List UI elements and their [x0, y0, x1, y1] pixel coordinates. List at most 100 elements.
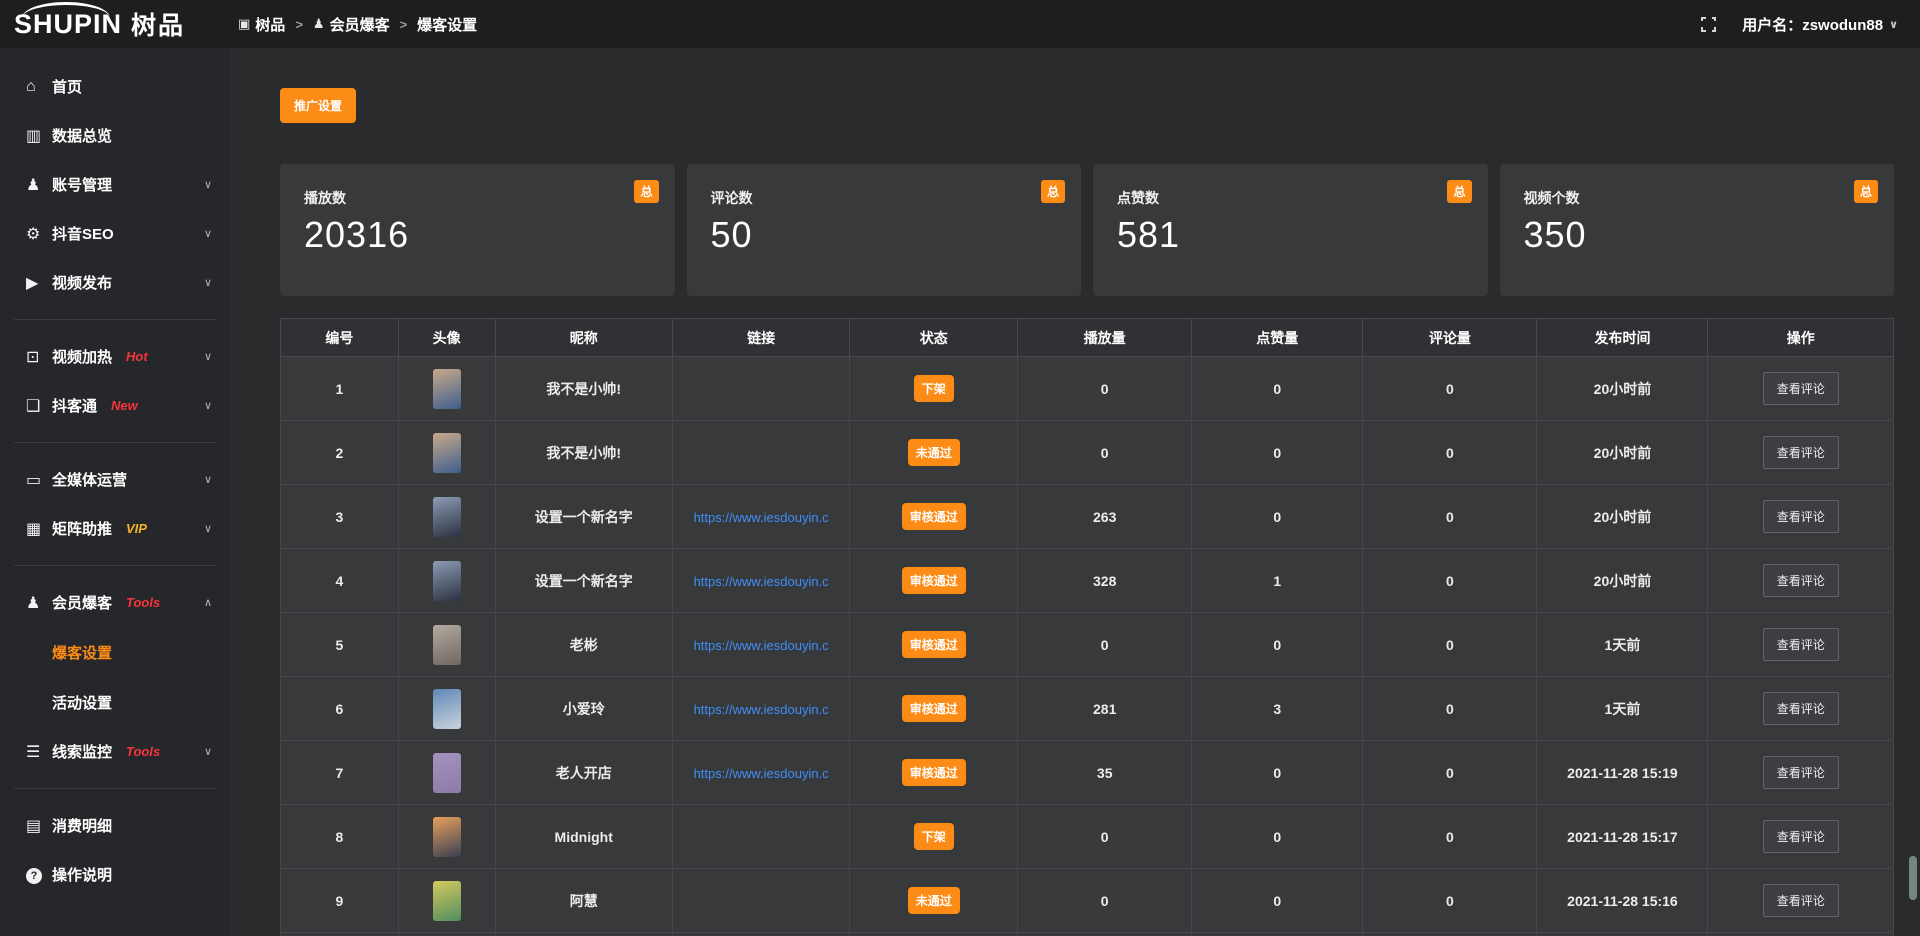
cell-plays: 263	[1018, 485, 1192, 549]
sidebar-divider	[14, 319, 216, 320]
status-badge[interactable]: 未通过	[908, 887, 960, 914]
status-badge[interactable]: 下架	[914, 823, 954, 850]
sidebar-item-video-heat[interactable]: ⊡视频加热Hot∨	[0, 332, 230, 381]
cell-link: https://www.iesdouyin.c	[672, 613, 849, 677]
cell-action: 查看评论	[1708, 869, 1894, 933]
cell-link: https://www.iesdouyin.c	[672, 741, 849, 805]
status-badge[interactable]: 审核通过	[902, 567, 966, 594]
view-comments-button[interactable]: 查看评论	[1763, 692, 1839, 725]
table-row	[281, 933, 1894, 936]
cell-action: 查看评论	[1708, 485, 1894, 549]
view-comments-button[interactable]: 查看评论	[1763, 756, 1839, 789]
main-content: 推广设置 播放数20316总评论数50总点赞数581总视频个数350总 编号头像…	[230, 48, 1920, 936]
sidebar-item-clue-monitor[interactable]: ☰线索监控Tools∨	[0, 727, 230, 776]
status-badge[interactable]: 未通过	[908, 439, 960, 466]
sidebar-item-douketong[interactable]: ❑抖客通New∨	[0, 381, 230, 430]
app-icon: ▣	[238, 16, 250, 32]
table-row: 8Midnight下架0002021-11-28 15:17查看评论	[281, 805, 1894, 869]
cell-comments: 0	[1363, 421, 1537, 485]
column-header: 发布时间	[1537, 319, 1708, 357]
status-badge[interactable]: 审核通过	[902, 759, 966, 786]
grid-icon: ▦	[26, 519, 52, 539]
cell-comments: 0	[1363, 357, 1537, 421]
view-comments-button[interactable]: 查看评论	[1763, 372, 1839, 405]
cell-nickname: 设置一个新名字	[495, 485, 672, 549]
stat-label: 视频个数	[1524, 188, 1895, 208]
view-comments-button[interactable]: 查看评论	[1763, 500, 1839, 533]
view-comments-button[interactable]: 查看评论	[1763, 820, 1839, 853]
sidebar: ⌂首页▥数据总览♟账号管理∨⚙抖音SEO∨▶视频发布∨ ⊡视频加热Hot∨❑抖客通…	[0, 48, 230, 936]
promotion-settings-button[interactable]: 推广设置	[280, 88, 356, 123]
view-comments-button[interactable]: 查看评论	[1763, 884, 1839, 917]
sidebar-item-badge: VIP	[126, 521, 147, 536]
cell-plays: 0	[1018, 357, 1192, 421]
breadcrumb-label: 爆客设置	[417, 14, 477, 35]
status-badge[interactable]: 审核通过	[902, 695, 966, 722]
sidebar-item-label: 全媒体运营	[52, 469, 127, 490]
cell-likes: 0	[1192, 357, 1363, 421]
cell-publish-time: 2021-11-28 15:16	[1537, 869, 1708, 933]
sidebar-item-home[interactable]: ⌂首页	[0, 62, 230, 111]
cell-comments: 0	[1363, 869, 1537, 933]
sidebar-item-all-media-ops[interactable]: ▭全媒体运营∨	[0, 455, 230, 504]
sidebar-item-consume-detail[interactable]: ▤消费明细	[0, 801, 230, 850]
view-comments-button[interactable]: 查看评论	[1763, 564, 1839, 597]
avatar	[433, 625, 461, 665]
scrollbar-thumb[interactable]	[1909, 856, 1917, 900]
video-table-wrap: 编号头像昵称链接状态播放量点赞量评论量发布时间操作 1我不是小帅!下架00020…	[280, 318, 1894, 936]
breadcrumb-user-icon: ♟	[313, 16, 325, 32]
cell-action: 查看评论	[1708, 549, 1894, 613]
video-link[interactable]: https://www.iesdouyin.c	[694, 574, 829, 589]
video-link[interactable]: https://www.iesdouyin.c	[694, 766, 829, 781]
video-link[interactable]: https://www.iesdouyin.c	[694, 510, 829, 525]
status-badge[interactable]: 审核通过	[902, 631, 966, 658]
breadcrumb-item-baoke-settings[interactable]: 爆客设置	[417, 14, 477, 35]
sidebar-item-operation-guide[interactable]: ?操作说明	[0, 850, 230, 899]
sidebar-item-video-publish[interactable]: ▶视频发布∨	[0, 258, 230, 307]
user-icon: ♟	[26, 175, 52, 195]
cell-id: 6	[281, 677, 399, 741]
sidebar-item-data-overview[interactable]: ▥数据总览	[0, 111, 230, 160]
cell-likes: 0	[1192, 869, 1363, 933]
sidebar-item-member-baoke[interactable]: ♟会员爆客Tools∧	[0, 578, 230, 627]
topbar: SHUPIN 树品 ▣树品>♟会员爆客>爆客设置 用户名：zswodun88 ∨	[0, 0, 1920, 48]
cell-publish-time: 1天前	[1537, 613, 1708, 677]
status-badge[interactable]: 审核通过	[902, 503, 966, 530]
status-badge[interactable]: 下架	[914, 375, 954, 402]
sidebar-item-label: 消费明细	[52, 815, 112, 836]
cell-plays: 0	[1018, 421, 1192, 485]
cell-id: 2	[281, 421, 399, 485]
stat-total-badge: 总	[1447, 180, 1471, 203]
sidebar-item-label: 矩阵助推	[52, 518, 112, 539]
sidebar-item-account-manage[interactable]: ♟账号管理∨	[0, 160, 230, 209]
breadcrumb-item-shupin[interactable]: ▣树品	[238, 14, 285, 35]
cell-action: 查看评论	[1708, 741, 1894, 805]
cell-comments: 0	[1363, 549, 1537, 613]
view-comments-button[interactable]: 查看评论	[1763, 628, 1839, 661]
cell-avatar	[398, 357, 495, 421]
sidebar-divider	[14, 788, 216, 789]
sidebar-item-label: 操作说明	[52, 864, 112, 885]
video-table: 编号头像昵称链接状态播放量点赞量评论量发布时间操作 1我不是小帅!下架00020…	[280, 318, 1894, 936]
help-icon: ?	[26, 866, 52, 884]
chat-icon: ❑	[26, 396, 52, 416]
sidebar-item-douyin-seo[interactable]: ⚙抖音SEO∨	[0, 209, 230, 258]
sidebar-subitem-activity-settings[interactable]: 活动设置	[0, 677, 230, 727]
view-comments-button[interactable]: 查看评论	[1763, 436, 1839, 469]
video-link[interactable]: https://www.iesdouyin.c	[694, 702, 829, 717]
video-link[interactable]: https://www.iesdouyin.c	[694, 638, 829, 653]
cell-nickname: 我不是小帅!	[495, 357, 672, 421]
sidebar-subitem-baoke-settings[interactable]: 爆客设置	[0, 627, 230, 677]
sidebar-item-label: 线索监控	[52, 741, 112, 762]
cell-comments: 0	[1363, 613, 1537, 677]
cell-likes	[1192, 933, 1363, 936]
breadcrumb-item-member-baoke[interactable]: ♟会员爆客	[313, 14, 390, 35]
cell-publish-time: 20小时前	[1537, 485, 1708, 549]
fullscreen-icon[interactable]	[1701, 17, 1716, 32]
screen-icon: ▭	[26, 470, 52, 490]
column-header: 昵称	[495, 319, 672, 357]
sidebar-item-matrix-boost[interactable]: ▦矩阵助推VIP∨	[0, 504, 230, 553]
chevron-up-icon: ∧	[204, 596, 212, 609]
user-menu[interactable]: 用户名：zswodun88 ∨	[1742, 14, 1898, 35]
cell-link: https://www.iesdouyin.c	[672, 485, 849, 549]
